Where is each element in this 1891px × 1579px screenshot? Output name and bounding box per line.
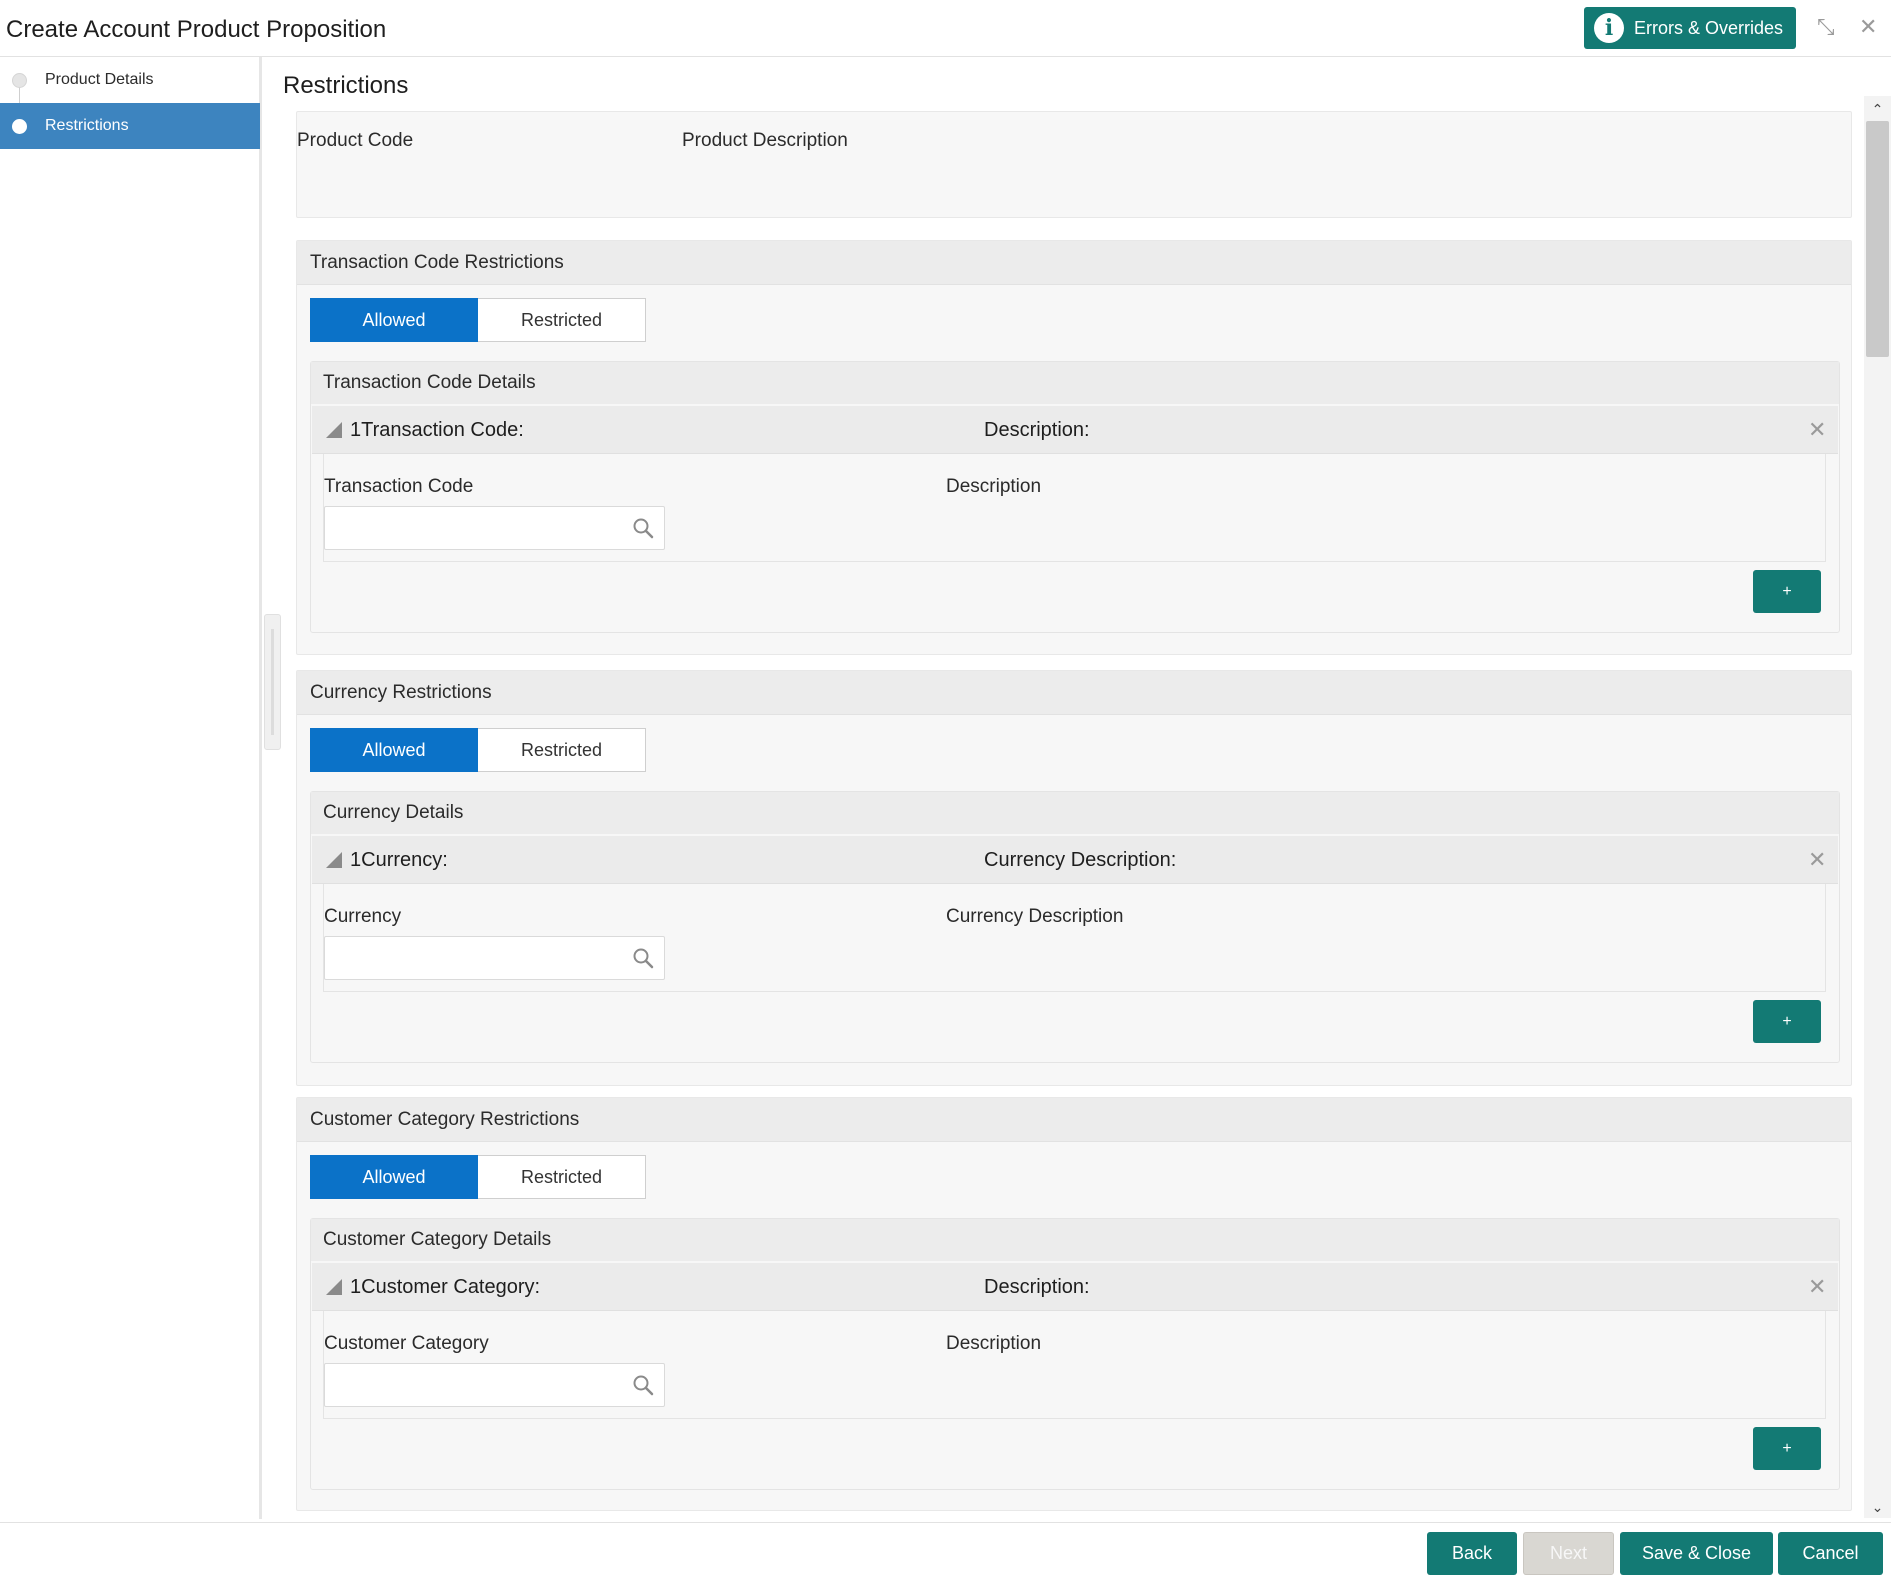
customer-category-field-label: Customer Category [324,1333,489,1354]
collapse-triangle-icon[interactable] [326,422,342,438]
scroll-down-icon[interactable]: ⌄ [1866,1496,1889,1518]
allowed-option[interactable]: Allowed [310,728,478,772]
add-row-button[interactable]: + [1753,1000,1821,1043]
record-header: 1Transaction Code: Description: ✕ [312,406,1838,454]
info-icon: i [1594,13,1624,43]
record-description-label: Description: [984,1276,1090,1298]
collapse-triangle-icon[interactable] [326,852,342,868]
product-code-label: Product Code [297,130,414,151]
sidebar-item-label: Restrictions [45,117,129,134]
section-title: Transaction Code Restrictions [297,241,1851,285]
save-close-button[interactable]: Save & Close [1620,1532,1773,1575]
sidebar-item-restrictions[interactable]: Restrictions [0,103,260,149]
customer-category-restrictions-section: Customer Category Restrictions Allowed R… [296,1097,1852,1511]
allowed-restricted-toggle: Allowed Restricted [310,298,646,342]
sidebar: Product Details Restrictions [0,57,262,1519]
record-body: Transaction Code Description [323,454,1826,562]
step-dot-icon [12,118,27,134]
restricted-option[interactable]: Restricted [478,298,646,342]
transaction-code-field-label: Transaction Code [324,476,474,497]
footer-bar: Back Next Save & Close Cancel [0,1522,1891,1579]
transaction-code-details-panel: Transaction Code Details 1Transaction Co… [310,361,1840,633]
record-header: 1Customer Category: Description: ✕ [312,1263,1838,1311]
currency-input[interactable] [324,936,665,980]
description-field-label: Description [946,476,1042,497]
customer-category-details-panel: Customer Category Details 1Customer Cate… [310,1218,1840,1490]
record-description-label: Currency Description: [984,849,1177,871]
window-title: Create Account Product Proposition [6,16,387,43]
remove-record-icon[interactable]: ✕ [1808,1274,1826,1300]
header-bar: Create Account Product Proposition i Err… [0,0,1891,57]
next-button[interactable]: Next [1523,1532,1614,1575]
errors-overrides-label: Errors & Overrides [1634,17,1784,38]
product-description-label: Product Description [682,130,848,151]
allowed-restricted-toggle: Allowed Restricted [310,1155,646,1199]
restricted-option[interactable]: Restricted [478,1155,646,1199]
record-key-label: 1Currency: [350,849,448,871]
search-icon[interactable] [632,947,654,969]
scrollbar-thumb[interactable] [1866,121,1889,357]
record-body: Currency Currency Description [323,884,1826,992]
errors-overrides-button[interactable]: i Errors & Overrides [1584,7,1796,49]
currency-description-field-label: Currency Description [946,906,1124,927]
scroll-up-icon[interactable]: ⌃ [1866,98,1889,120]
allowed-option[interactable]: Allowed [310,1155,478,1199]
step-dot-icon [12,72,27,88]
currency-restrictions-section: Currency Restrictions Allowed Restricted… [296,670,1852,1086]
allowed-option[interactable]: Allowed [310,298,478,342]
add-row-button[interactable]: + [1753,570,1821,613]
cancel-button[interactable]: Cancel [1778,1532,1883,1575]
record-header: 1Currency: Currency Description: ✕ [312,836,1838,884]
description-field-label: Description [946,1333,1042,1354]
remove-record-icon[interactable]: ✕ [1808,417,1826,443]
sidebar-collapse-handle[interactable] [264,614,281,750]
sidebar-item-product-details[interactable]: Product Details [0,57,260,103]
details-title: Customer Category Details [311,1219,1839,1261]
sidebar-item-label: Product Details [45,71,154,88]
currency-field-label: Currency [324,906,402,927]
details-title: Transaction Code Details [311,362,1839,404]
section-title: Currency Restrictions [297,671,1851,715]
record-key-label: 1Transaction Code: [350,419,524,441]
page-title: Restrictions [283,72,409,99]
remove-record-icon[interactable]: ✕ [1808,847,1826,873]
currency-details-panel: Currency Details 1Currency: Currency Des… [310,791,1840,1063]
record-key-label: 1Customer Category: [350,1276,541,1298]
customer-category-input[interactable] [324,1363,665,1407]
back-button[interactable]: Back [1427,1532,1517,1575]
record-body: Customer Category Description [323,1311,1826,1419]
close-icon[interactable]: ✕ [1859,14,1877,40]
product-info-panel: Product Code Product Description [296,111,1852,218]
restricted-option[interactable]: Restricted [478,728,646,772]
allowed-restricted-toggle: Allowed Restricted [310,728,646,772]
transaction-code-restrictions-section: Transaction Code Restrictions Allowed Re… [296,240,1852,655]
minimize-icon[interactable]: ⤡ [1817,14,1835,40]
details-title: Currency Details [311,792,1839,834]
transaction-code-input[interactable] [324,506,665,550]
section-title: Customer Category Restrictions [297,1098,1851,1142]
search-icon[interactable] [632,517,654,539]
collapse-triangle-icon[interactable] [326,1279,342,1295]
record-description-label: Description: [984,419,1090,441]
search-icon[interactable] [632,1374,654,1396]
add-row-button[interactable]: + [1753,1427,1821,1470]
